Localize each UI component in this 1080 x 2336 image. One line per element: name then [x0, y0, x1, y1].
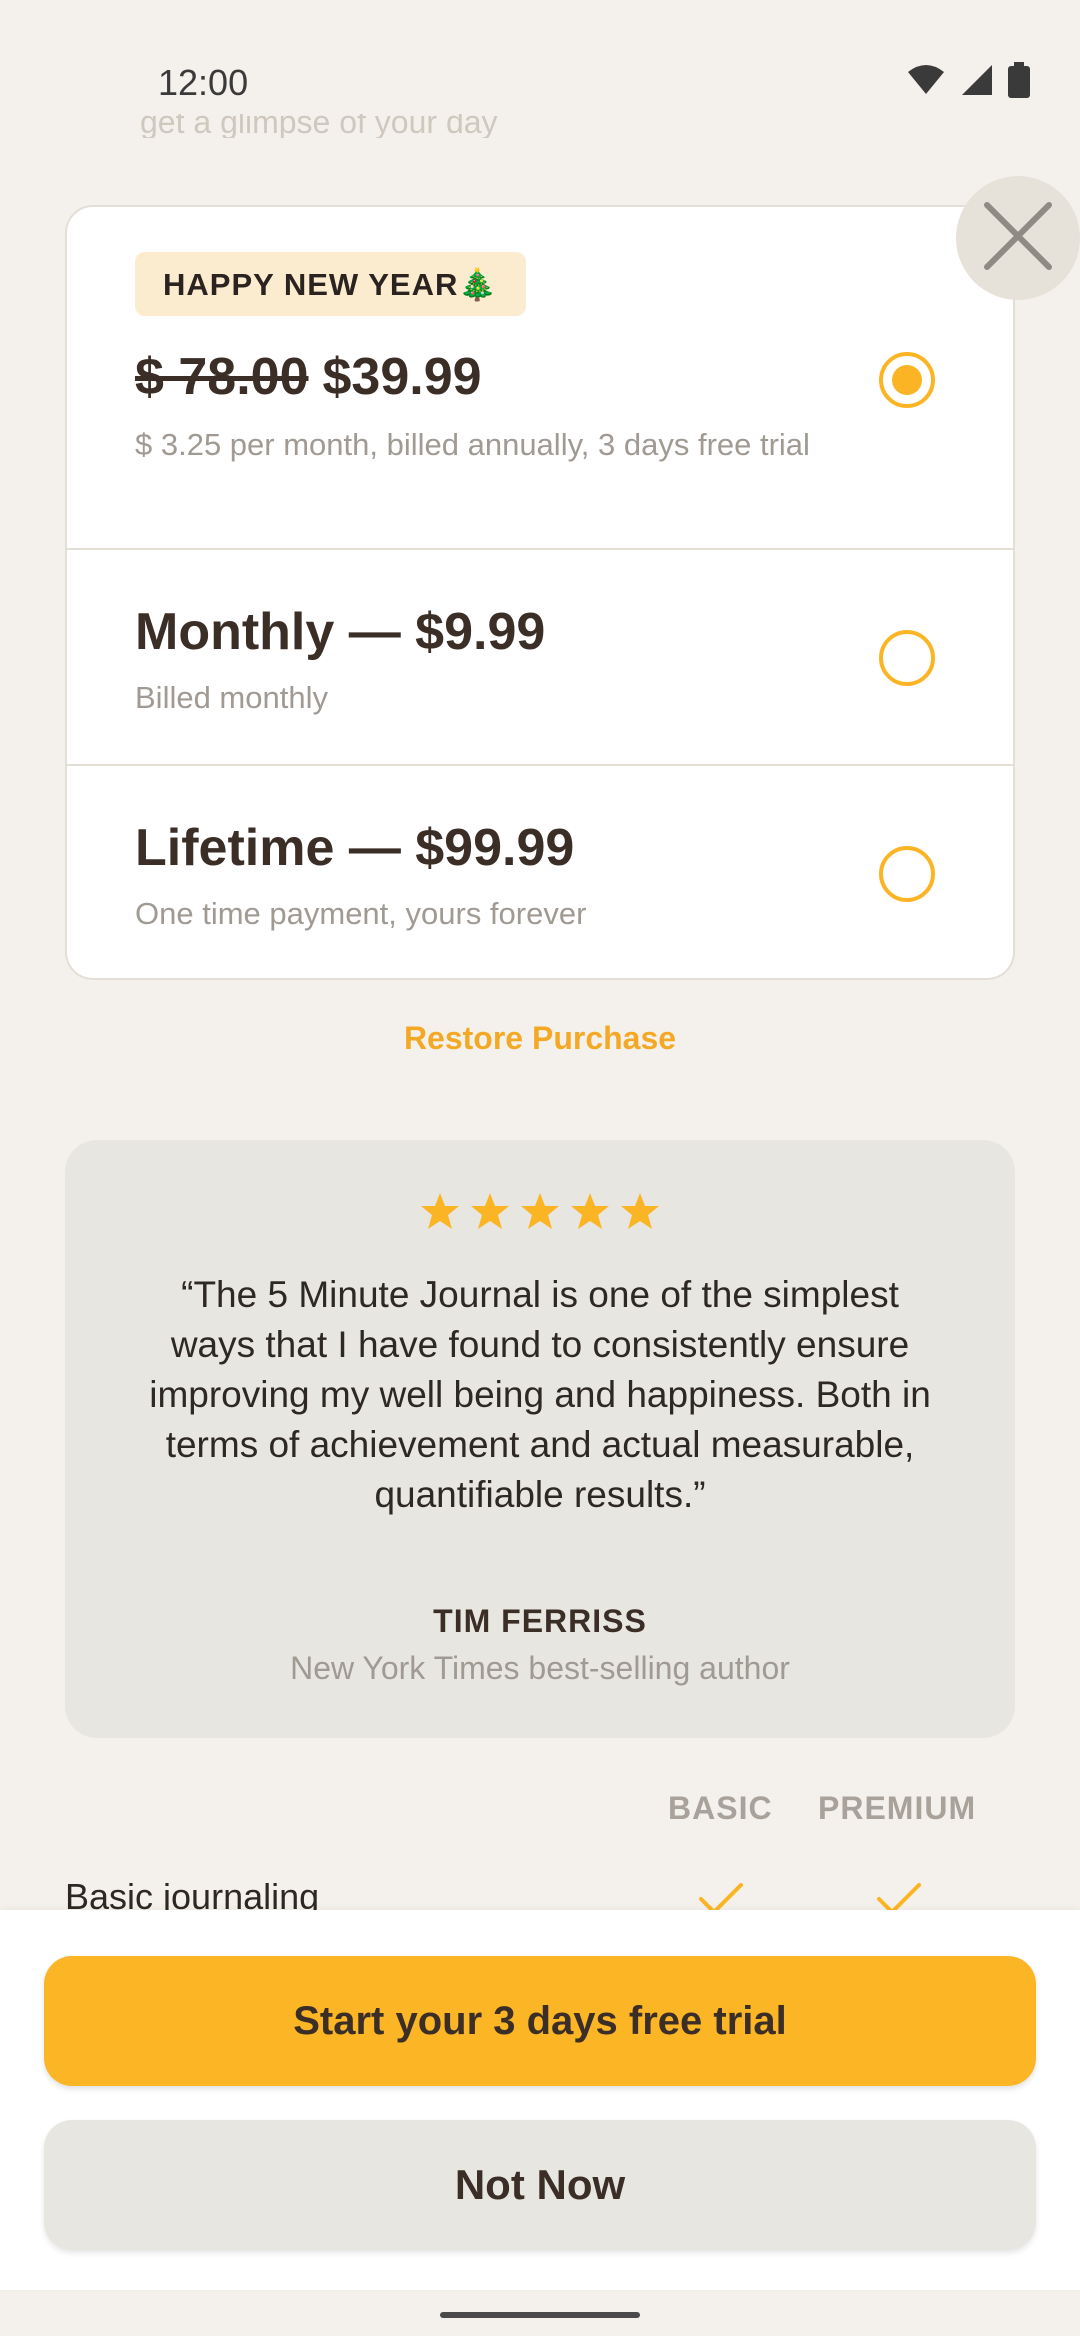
restore-purchase-link[interactable]: Restore Purchase: [0, 1020, 1080, 1057]
close-button[interactable]: [956, 176, 1080, 300]
status-icons: [906, 62, 1030, 103]
close-icon: [983, 201, 1053, 276]
bottom-action-sheet: Start your 3 days free trial Not Now: [0, 1910, 1080, 2290]
column-header-basic: BASIC: [668, 1790, 773, 1826]
star-icon: [520, 1192, 560, 1235]
radio-annual-selected[interactable]: [879, 352, 935, 408]
testimonial-quote: “The 5 Minute Journal is one of the simp…: [149, 1274, 931, 1515]
promo-price: $39.99: [322, 348, 482, 406]
old-price: $ 78.00: [135, 348, 309, 406]
status-time: 12:00: [158, 62, 249, 103]
not-now-button[interactable]: Not Now: [44, 2120, 1036, 2250]
plan-annual-promo[interactable]: HAPPY NEW YEAR🎄 $ 78.00 $39.99 $ 3.25 per…: [67, 207, 1013, 550]
plan-monthly[interactable]: Monthly — $9.99 Billed monthly: [67, 550, 1013, 766]
status-bar: 12:00: [0, 0, 1080, 130]
testimonial-card: “The 5 Minute Journal is one of the simp…: [65, 1140, 1015, 1738]
wifi-icon: [906, 64, 946, 101]
column-header-premium: PREMIUM: [818, 1790, 977, 1826]
plan-lifetime-subtitle: One time payment, yours forever: [135, 896, 587, 931]
testimonial-author: TIM FERRISS: [433, 1603, 647, 1639]
gesture-nav-handle[interactable]: [440, 2312, 640, 2318]
header-faded-text: get a glimpse of your day: [140, 114, 498, 138]
radio-monthly[interactable]: [879, 630, 935, 686]
plan-monthly-subtitle: Billed monthly: [135, 680, 328, 715]
star-icon: [570, 1192, 610, 1235]
plan-monthly-title: Monthly — $9.99: [135, 603, 546, 661]
plan-lifetime-title: Lifetime — $99.99: [135, 819, 575, 877]
star-icon: [620, 1192, 660, 1235]
rating-stars: [65, 1192, 1015, 1235]
star-icon: [420, 1192, 460, 1235]
start-trial-button[interactable]: Start your 3 days free trial: [44, 1956, 1036, 2086]
radio-dot: [892, 365, 922, 395]
promo-price-line: $ 78.00 $39.99: [135, 347, 482, 407]
star-icon: [470, 1192, 510, 1235]
promo-badge: HAPPY NEW YEAR🎄: [135, 252, 526, 316]
plans-card: HAPPY NEW YEAR🎄 $ 78.00 $39.99 $ 3.25 per…: [65, 205, 1015, 980]
promo-subtitle: $ 3.25 per month, billed annually, 3 day…: [135, 427, 810, 462]
signal-icon: [960, 63, 994, 102]
radio-lifetime[interactable]: [879, 846, 935, 902]
plan-lifetime[interactable]: Lifetime — $99.99 One time payment, your…: [67, 766, 1013, 978]
battery-icon: [1008, 62, 1030, 103]
testimonial-author-title: New York Times best-selling author: [290, 1650, 790, 1686]
